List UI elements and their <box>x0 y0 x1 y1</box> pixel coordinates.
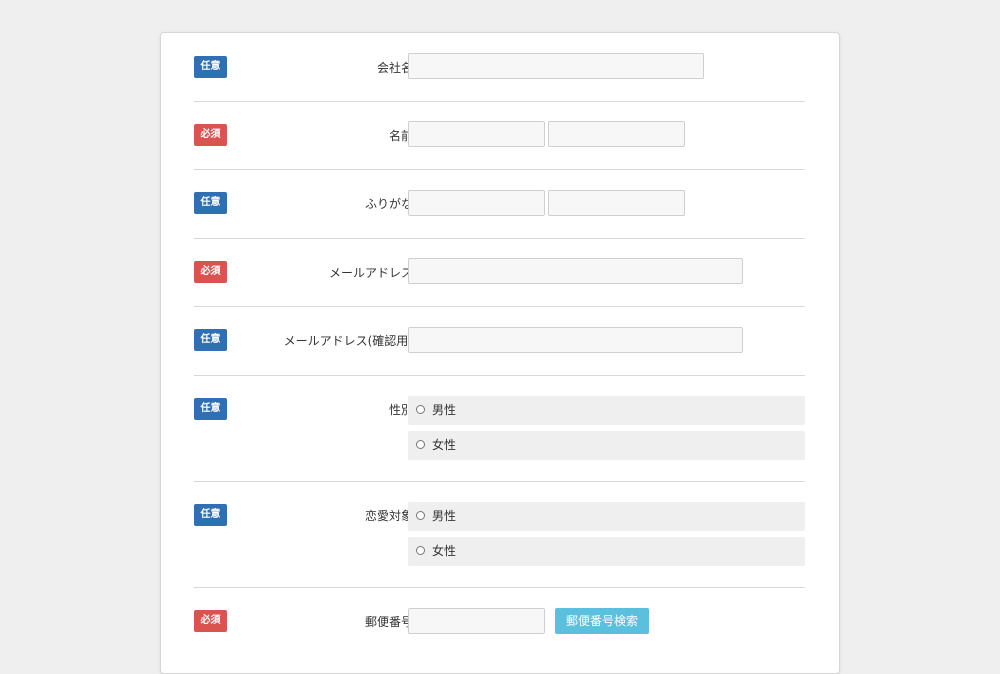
email-confirm-input[interactable] <box>408 327 743 353</box>
option-label: 男性 <box>432 403 457 417</box>
romance-option-male[interactable]: 男性 <box>408 502 805 531</box>
gender-option-male[interactable]: 男性 <box>408 396 805 425</box>
last-name-kana-input[interactable] <box>408 190 545 216</box>
first-name-input[interactable] <box>548 121 685 147</box>
optional-badge: 任意 <box>194 192 227 214</box>
option-label: 女性 <box>432 544 457 558</box>
first-name-kana-input[interactable] <box>548 190 685 216</box>
divider <box>194 101 805 102</box>
optional-badge: 任意 <box>194 329 227 351</box>
option-label: 男性 <box>432 509 457 523</box>
optional-badge: 任意 <box>194 56 227 78</box>
romance-option-female[interactable]: 女性 <box>408 537 805 566</box>
radio-icon[interactable] <box>416 405 425 414</box>
furigana-label: ふりがな <box>364 197 413 211</box>
gender-option-female[interactable]: 女性 <box>408 431 805 460</box>
divider <box>194 238 805 239</box>
required-badge: 必須 <box>194 610 227 632</box>
radio-icon[interactable] <box>416 440 425 449</box>
company-input[interactable] <box>408 53 704 79</box>
option-label: 女性 <box>432 438 457 452</box>
radio-icon[interactable] <box>416 546 425 555</box>
email-input[interactable] <box>408 258 743 284</box>
divider <box>194 306 805 307</box>
email-confirm-label: メールアドレス(確認用) <box>283 334 413 348</box>
required-badge: 必須 <box>194 124 227 146</box>
required-badge: 必須 <box>194 261 227 283</box>
form-card: 任意 会社名 必須 名前 任意 ふりがな 必須 メールアドレス 任意 メールアド… <box>160 32 840 674</box>
romance-target-label: 恋愛対象 <box>364 509 413 523</box>
divider <box>194 375 805 376</box>
postal-code-input[interactable] <box>408 608 545 634</box>
divider <box>194 587 805 588</box>
postal-search-button[interactable]: 郵便番号検索 <box>555 608 649 634</box>
email-label: メールアドレス <box>328 266 413 280</box>
optional-badge: 任意 <box>194 398 227 420</box>
divider <box>194 169 805 170</box>
last-name-input[interactable] <box>408 121 545 147</box>
divider <box>194 481 805 482</box>
optional-badge: 任意 <box>194 504 227 526</box>
radio-icon[interactable] <box>416 511 425 520</box>
